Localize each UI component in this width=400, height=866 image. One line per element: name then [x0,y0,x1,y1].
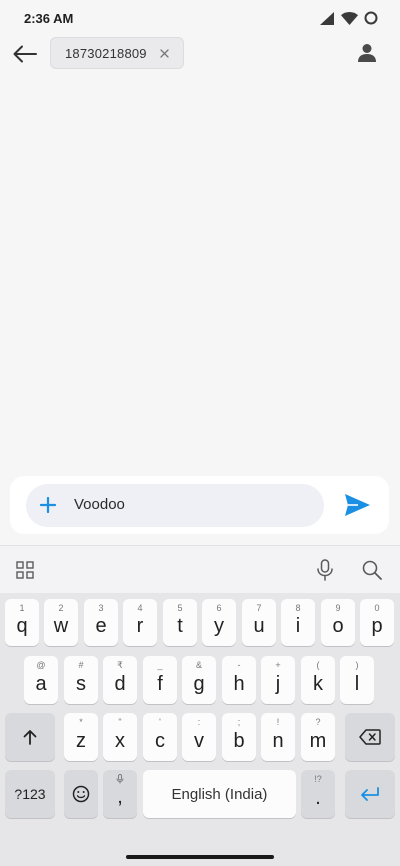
search-icon [362,560,382,580]
status-bar: 2:36 AM [0,0,400,36]
key-b[interactable]: ; b [222,713,256,761]
attach-button[interactable] [38,495,58,515]
key-s[interactable]: # s [64,656,98,704]
home-indicator[interactable] [126,855,274,859]
key-i[interactable]: 8i [281,599,315,646]
keyboard-apps-button[interactable] [16,561,34,579]
key-q[interactable]: 1q [5,599,39,646]
key-o[interactable]: 9o [321,599,355,646]
recipient-number: 18730218809 [65,45,147,61]
key-w[interactable]: 2w [44,599,78,646]
smiley-icon [72,785,90,803]
person-icon [358,44,376,62]
cellular-signal-icon [320,11,334,25]
key-h[interactable]: -h [222,656,256,704]
shift-key[interactable] [5,713,55,761]
keyboard-search-button[interactable] [361,559,383,581]
shift-arrow-icon [23,730,37,745]
key-g[interactable]: & g [182,656,216,704]
symbols-key[interactable]: ?123 [5,770,55,818]
keyboard: 1q 2w 3e 4r 5t 6y 7u 8i 9o 0p @ a # s ₹ d _… [0,593,400,866]
enter-key[interactable] [345,770,395,818]
send-button[interactable] [344,492,370,518]
plus-icon [39,496,57,514]
status-time: 2:36 AM [24,10,74,26]
message-text: Voodoo [74,496,125,513]
key-v[interactable]: :v [182,713,216,761]
key-m[interactable]: ? m [301,713,335,761]
key-r[interactable]: 4r [123,599,157,646]
period-key[interactable]: !?. [301,770,335,818]
back-button[interactable] [10,40,40,68]
keyboard-toolbar [0,545,400,593]
add-contact-button[interactable] [356,40,378,66]
key-t[interactable]: 5t [163,599,197,646]
microphone-hint-icon [116,774,124,784]
comma-key[interactable]: , [103,770,137,818]
battery-ring-icon [364,11,378,25]
key-l[interactable]: ) l [340,656,374,704]
wifi-icon [341,11,358,25]
enter-arrow-icon [361,787,379,801]
backspace-key[interactable] [345,713,395,761]
remove-recipient-button[interactable] [157,46,171,60]
key-a[interactable]: @ a [24,656,58,704]
key-x[interactable]: " x [103,713,137,761]
close-icon [159,48,169,58]
send-icon [344,494,370,516]
message-input[interactable]: Voodoo [26,484,324,527]
recipient-chip[interactable]: 18730218809 [50,37,184,69]
key-j[interactable]: + j [261,656,295,704]
microphone-icon [317,559,333,581]
conversation-header: 18730218809 [0,36,400,72]
backspace-icon [359,729,381,745]
emoji-key[interactable] [64,770,98,818]
key-f[interactable]: _ f [143,656,177,704]
key-z[interactable]: * z [64,713,98,761]
status-icons [320,11,378,25]
voice-input-button[interactable] [315,559,335,581]
arrow-left-icon [13,45,37,63]
key-y[interactable]: 6y [202,599,236,646]
key-d[interactable]: ₹ d [103,656,137,704]
grid-icon [16,561,34,579]
key-k[interactable]: (k [301,656,335,704]
key-u[interactable]: 7u [242,599,276,646]
compose-bar: Voodoo [10,476,389,534]
key-n[interactable]: ! n [261,713,295,761]
key-p[interactable]: 0p [360,599,394,646]
key-e[interactable]: 3e [84,599,118,646]
key-c[interactable]: ' c [143,713,177,761]
space-key[interactable]: English (India) [143,770,296,818]
